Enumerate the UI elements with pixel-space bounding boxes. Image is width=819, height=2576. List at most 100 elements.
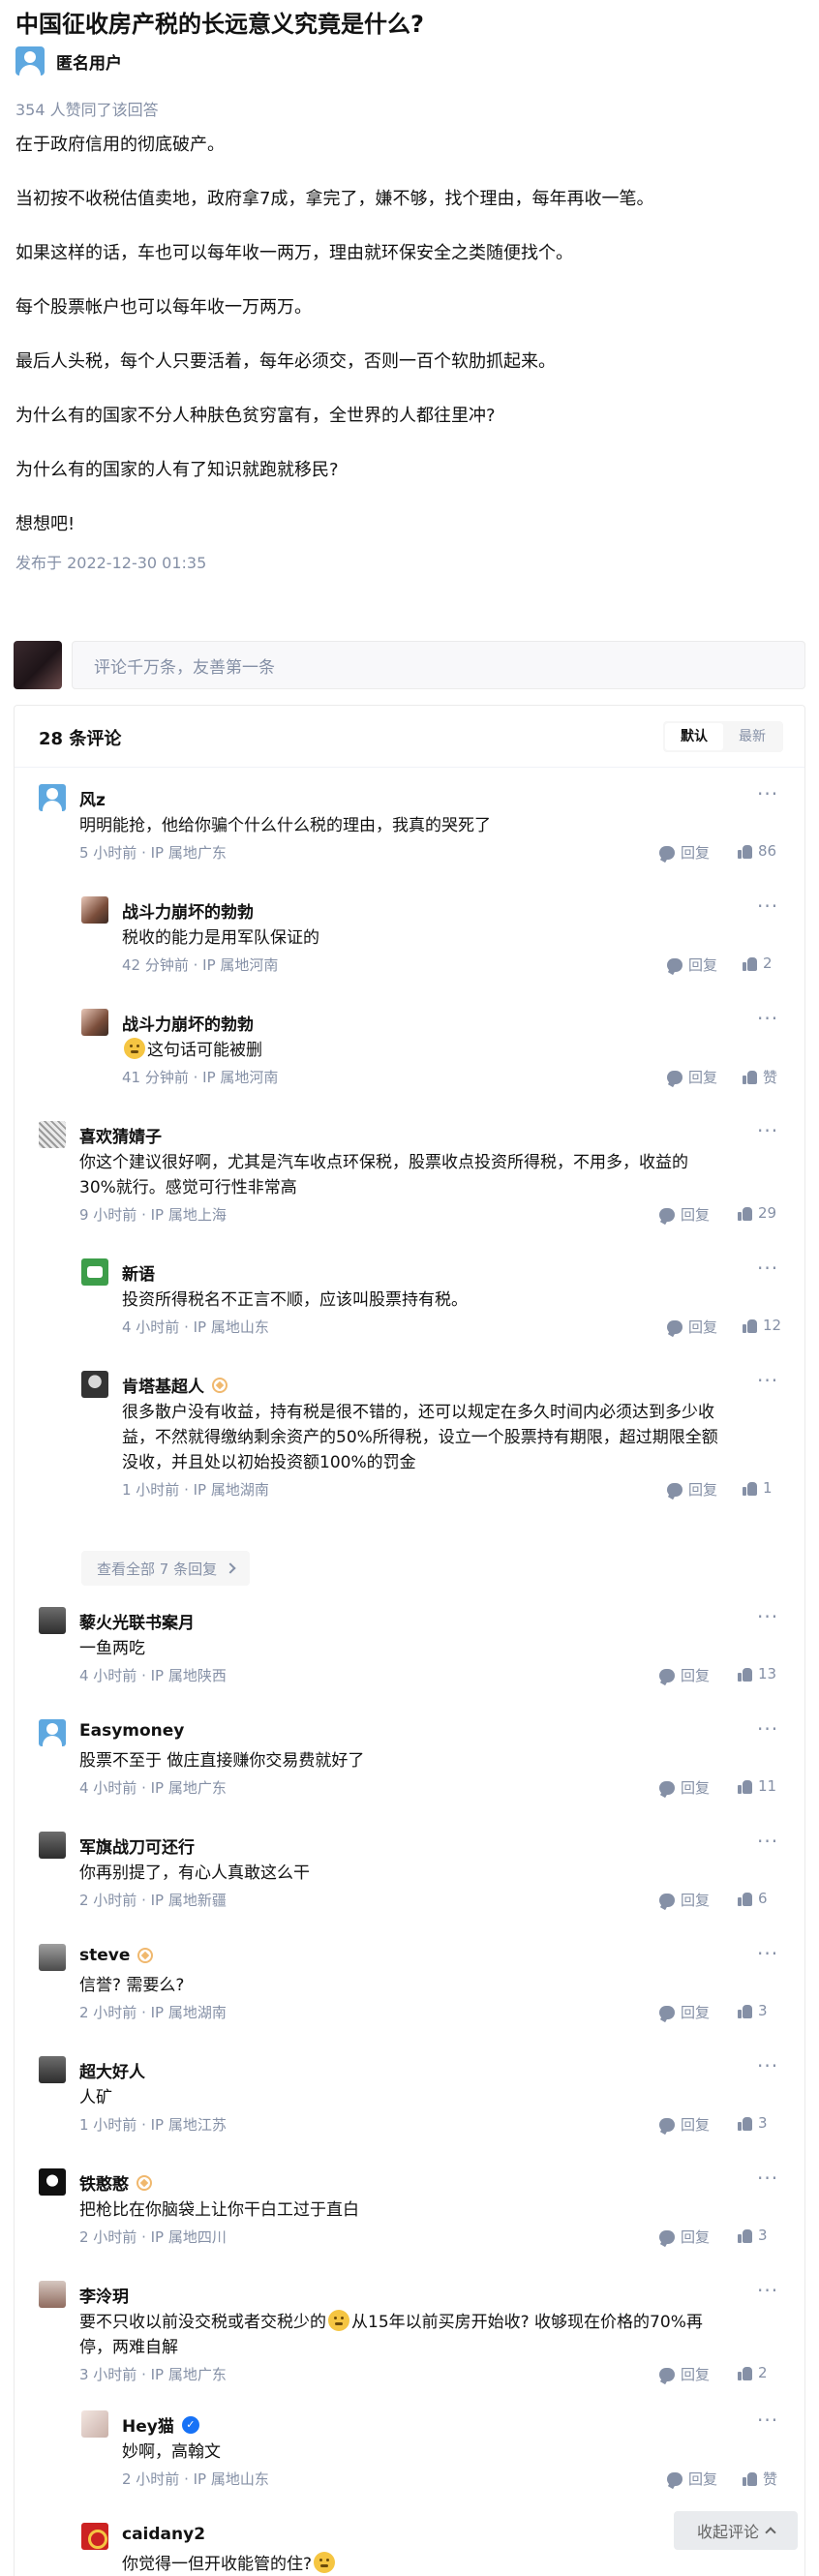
reply-button[interactable]: 回复 — [659, 1777, 710, 1798]
view-all-replies-button[interactable]: 查看全部 7 条回复 — [81, 1551, 251, 1586]
reply-button[interactable]: 回复 — [659, 2364, 710, 2384]
reply-button[interactable]: 回复 — [659, 1665, 710, 1685]
like-button[interactable]: 6 — [738, 1890, 768, 1907]
like-button[interactable]: 29 — [738, 1204, 776, 1222]
reply-icon — [659, 1780, 675, 1795]
reply-button[interactable]: 回复 — [667, 1067, 717, 1087]
commenter-name[interactable]: Easymoney — [79, 1721, 184, 1741]
commenter-avatar[interactable] — [39, 1607, 66, 1634]
commenter-name[interactable]: 超大好人 — [79, 2058, 145, 2082]
comment-item: 铁憨憨 把枪比在你脑袋上让你干白工过于直白 2 小时前 · IP 属地四川 ··… — [39, 2168, 780, 2246]
more-icon[interactable]: ··· — [757, 2410, 778, 2430]
reply-item: 肯塔基超人 很多散户没有收益，持有税是很不错的，还可以规定在多久时间内必须达到多… — [81, 1371, 780, 1499]
reply-button[interactable]: 回复 — [659, 2114, 710, 2135]
reply-button[interactable]: 回复 — [667, 1479, 717, 1500]
like-button[interactable]: 86 — [738, 842, 776, 860]
verified-icon: ✓ — [181, 2415, 199, 2434]
comment-meta: 2 小时前 · IP 属地湖南 — [79, 2004, 227, 2021]
reply-icon — [659, 2005, 675, 2019]
comment-item: 军旗战刀可还行 你再别提了，有心人真敢这么干 2 小时前 · IP 属地新疆 ·… — [39, 1832, 780, 1909]
reply-button[interactable]: 回复 — [667, 1317, 717, 1337]
commenter-avatar[interactable] — [81, 896, 108, 924]
question-title[interactable]: 中国征收房产税的长远意义究竟是什么? — [15, 8, 424, 41]
like-button[interactable]: 3 — [738, 2227, 768, 2244]
comment-meta: 5 小时前 · IP 属地广东 — [79, 844, 227, 862]
reply-button[interactable]: 回复 — [667, 955, 717, 975]
commenter-avatar[interactable] — [81, 2523, 108, 2550]
like-button[interactable]: 赞 — [743, 1067, 777, 1087]
reply-icon — [667, 1319, 682, 1334]
answer-body: 在于政府信用的彻底破产。 当初按不收税估值卖地，政府拿7成，拿完了，嫌不够，找个… — [15, 132, 800, 565]
commenter-name[interactable]: 军旗战刀可还行 — [79, 1834, 195, 1858]
comment-text: 要不只收以前没交税或者交税少的 从15年以前买房开始收? 收够现在价格的70%再停… — [79, 2310, 703, 2360]
like-button[interactable]: 3 — [738, 2114, 768, 2132]
commenter-avatar[interactable] — [39, 1832, 66, 1859]
commenter-avatar[interactable] — [39, 1719, 66, 1746]
commenter-name[interactable]: 藜火光联书案月 — [79, 1609, 195, 1633]
commenter-name[interactable]: 风z — [79, 786, 106, 810]
commenter-avatar[interactable] — [39, 2056, 66, 2083]
comment-item: 超大好人 人矿 1 小时前 · IP 属地江苏 ··· 回复 3 — [39, 2056, 780, 2134]
reply-icon — [659, 1207, 675, 1222]
more-icon[interactable]: ··· — [757, 784, 778, 803]
commenter-avatar[interactable] — [81, 1009, 108, 1036]
like-button[interactable]: 3 — [738, 2002, 768, 2019]
more-icon[interactable]: ··· — [757, 1719, 778, 1739]
like-button[interactable]: 12 — [743, 1317, 781, 1334]
comment-text: 信誉? 需要么? — [79, 1976, 185, 1995]
commenter-name[interactable]: 李泠玥 — [79, 2283, 129, 2307]
like-button[interactable]: 2 — [743, 955, 773, 972]
like-button[interactable]: 赞 — [743, 2469, 777, 2489]
commenter-avatar[interactable] — [39, 2168, 66, 2196]
reply-button[interactable]: 回复 — [659, 1890, 710, 1910]
commenter-name[interactable]: 喜欢猜婧子 — [79, 1123, 162, 1147]
commenter-avatar[interactable] — [81, 1258, 108, 1286]
like-button[interactable]: 1 — [743, 1479, 773, 1497]
thumbs-up-icon — [738, 1779, 752, 1794]
like-button[interactable]: 2 — [738, 2364, 768, 2381]
collapse-comments-button[interactable]: 收起评论 — [674, 2511, 798, 2550]
commenter-name[interactable]: 战斗力崩坏的勃勃 — [122, 1011, 254, 1035]
commenter-name[interactable]: steve — [79, 1946, 154, 1965]
more-icon[interactable]: ··· — [757, 1607, 778, 1626]
comment-meta: 3 小时前 · IP 属地广东 — [79, 2366, 227, 2383]
commenter-name[interactable]: caidany2 — [122, 2525, 205, 2544]
commenter-name[interactable]: 铁憨憨 — [79, 2170, 152, 2195]
more-icon[interactable]: ··· — [757, 1371, 778, 1390]
more-icon[interactable]: ··· — [757, 896, 778, 916]
more-icon[interactable]: ··· — [757, 2056, 778, 2076]
member-badge-icon — [212, 1377, 228, 1393]
commenter-avatar[interactable] — [81, 1371, 108, 1398]
commenter-name[interactable]: Hey猫 ✓ — [122, 2412, 199, 2437]
commenter-avatar[interactable] — [39, 1121, 66, 1148]
sort-latest-button[interactable]: 最新 — [723, 723, 781, 750]
commenter-avatar[interactable] — [81, 2410, 108, 2438]
reply-item: 战斗力崩坏的勃勃 这句话可能被删 41 分钟前 · IP 属地河南 ··· 回复… — [81, 1009, 780, 1086]
reply-item: caidany2 你觉得一但开收能管的住? — [81, 2523, 662, 2576]
more-icon[interactable]: ··· — [757, 1258, 778, 1278]
commenter-name[interactable]: 新语 — [122, 1260, 155, 1285]
like-button[interactable]: 11 — [738, 1777, 776, 1795]
more-icon[interactable]: ··· — [757, 1944, 778, 1963]
commenter-avatar[interactable] — [39, 2281, 66, 2308]
reply-button[interactable]: 回复 — [659, 2002, 710, 2022]
publish-time[interactable]: 发布于 2022-12-30 01:35 — [15, 550, 206, 573]
commenter-avatar[interactable] — [39, 784, 66, 811]
more-icon[interactable]: ··· — [757, 2168, 778, 2188]
sort-default-button[interactable]: 默认 — [665, 723, 723, 750]
commenter-name[interactable]: 战斗力崩坏的勃勃 — [122, 898, 254, 923]
reply-button[interactable]: 回复 — [659, 842, 710, 863]
more-icon[interactable]: ··· — [757, 1832, 778, 1851]
comment-text: 你这个建议很好啊，尤其是汽车收点环保税，股票收点投资所得税，不用多，收益的 30%… — [79, 1153, 688, 1197]
commenter-avatar[interactable] — [39, 1944, 66, 1971]
reply-button[interactable]: 回复 — [667, 2469, 717, 2489]
reply-button[interactable]: 回复 — [659, 2227, 710, 2247]
more-icon[interactable]: ··· — [757, 1009, 778, 1028]
like-button[interactable]: 13 — [738, 1665, 776, 1682]
comment-input[interactable]: 评论千万条，友善第一条 — [72, 641, 805, 689]
commenter-name[interactable]: 肯塔基超人 — [122, 1373, 228, 1397]
more-icon[interactable]: ··· — [757, 1121, 778, 1140]
more-icon[interactable]: ··· — [757, 2281, 778, 2300]
reply-button[interactable]: 回复 — [659, 1204, 710, 1225]
thinking-emoji-icon — [124, 1038, 145, 1059]
